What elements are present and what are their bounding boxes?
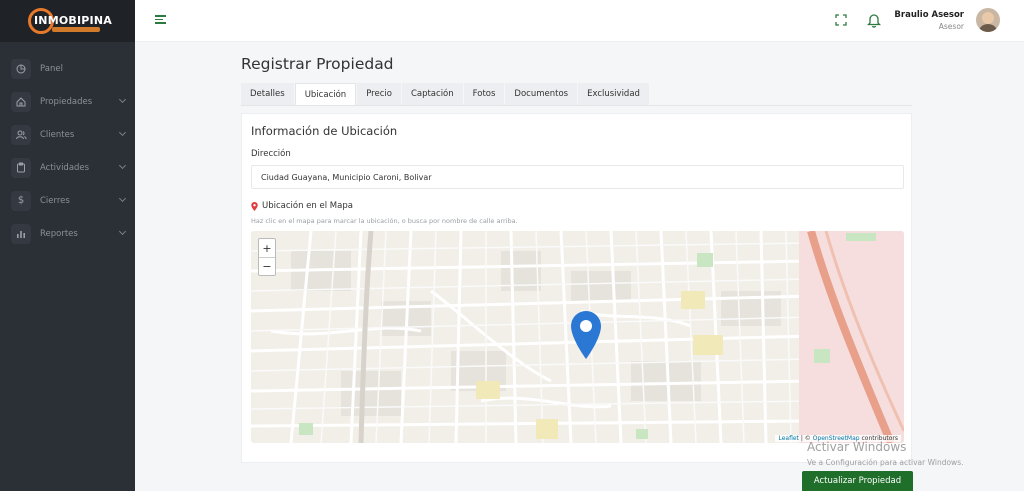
tab-fotos[interactable]: Fotos (463, 83, 505, 105)
tab-bar: Detalles Ubicación Precio Captación Foto… (241, 83, 650, 105)
users-icon (11, 124, 31, 145)
sidebar-item-label: Cierres (40, 195, 70, 206)
top-header: Braulio Asesor Asesor (135, 0, 1024, 42)
tab-captacion[interactable]: Captación (401, 83, 463, 105)
sidebar: INMOBIPINA Panel Propiedades Clientes Ac… (0, 0, 135, 491)
chart-pie-icon (11, 58, 31, 79)
logo[interactable]: INMOBIPINA (28, 6, 112, 36)
page-title: Registrar Propiedad (241, 55, 394, 73)
address-input[interactable] (251, 165, 904, 189)
dollar-icon: $ (11, 190, 31, 211)
chevron-down-icon (118, 95, 127, 104)
map-label-text: Ubicación en el Mapa (262, 201, 353, 211)
chevron-down-icon (118, 161, 127, 170)
avatar-body (978, 24, 998, 32)
map[interactable]: + − Leaflet | © OpenStreetMap contributo… (251, 231, 904, 443)
zoom-out-button[interactable]: − (259, 257, 275, 275)
tab-precio[interactable]: Precio (357, 83, 401, 105)
logo-text: INMOBIPINA (34, 14, 112, 27)
sidebar-item-reportes[interactable]: Reportes (0, 217, 135, 250)
chevron-down-icon (118, 128, 127, 137)
hamburger-icon[interactable] (155, 15, 166, 25)
sidebar-item-clientes[interactable]: Clientes (0, 118, 135, 151)
map-section-label: Ubicación en el Mapa (251, 201, 353, 211)
avatar[interactable] (976, 8, 1000, 32)
avatar-face (982, 12, 994, 24)
sidebar-item-label: Reportes (40, 228, 78, 239)
tab-divider (241, 105, 912, 106)
chevron-down-icon (118, 194, 127, 203)
map-pin-icon (251, 201, 258, 211)
sidebar-item-cierres[interactable]: $ Cierres (0, 184, 135, 217)
leaflet-link[interactable]: Leaflet (778, 435, 798, 442)
user-role: Asesor (938, 22, 964, 31)
logo-underline (52, 27, 100, 32)
address-label: Dirección (251, 149, 291, 159)
tab-detalles[interactable]: Detalles (241, 83, 294, 105)
watermark-title: Activar Windows (807, 440, 907, 454)
bell-icon[interactable] (867, 12, 881, 28)
bar-chart-icon (11, 223, 31, 244)
map-hint: Haz clic en el mapa para marcar la ubica… (251, 217, 518, 225)
sidebar-item-label: Actividades (40, 162, 90, 173)
tab-ubicacion[interactable]: Ubicación (294, 83, 357, 105)
watermark-subtitle: Ve a Configuración para activar Windows. (807, 458, 964, 467)
sidebar-item-label: Clientes (40, 129, 75, 140)
sidebar-item-propiedades[interactable]: Propiedades (0, 85, 135, 118)
sidebar-item-actividades[interactable]: Actividades (0, 151, 135, 184)
zoom-in-button[interactable]: + (259, 239, 275, 257)
chevron-down-icon (118, 227, 127, 236)
sidebar-item-label: Propiedades (40, 96, 93, 107)
clipboard-icon (11, 157, 31, 178)
logo-area: INMOBIPINA (0, 0, 135, 42)
section-title: Información de Ubicación (251, 124, 398, 138)
sidebar-item-label: Panel (40, 63, 63, 74)
tab-exclusividad[interactable]: Exclusividad (578, 83, 649, 105)
update-property-button[interactable]: Actualizar Propiedad (802, 471, 913, 491)
user-name: Braulio Asesor (894, 10, 964, 20)
home-icon (11, 91, 31, 112)
expand-icon[interactable] (835, 14, 847, 26)
map-tiles (251, 231, 904, 443)
zoom-control: + − (258, 238, 276, 276)
sidebar-item-panel[interactable]: Panel (0, 52, 135, 85)
sidebar-nav: Panel Propiedades Clientes Actividades $ (0, 52, 135, 250)
tab-documentos[interactable]: Documentos (505, 83, 578, 105)
location-card: Información de Ubicación Dirección Ubica… (241, 113, 912, 463)
